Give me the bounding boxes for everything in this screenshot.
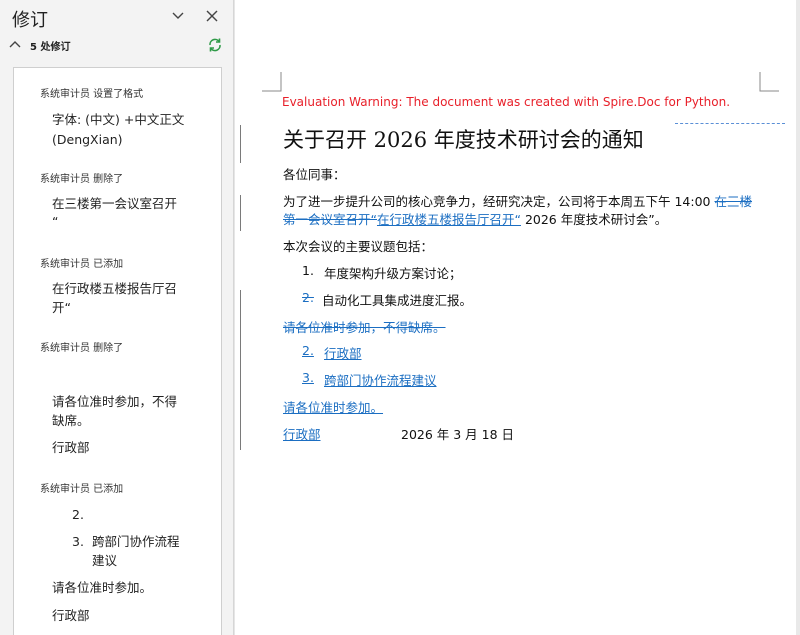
- pane-title: 修订: [12, 10, 48, 31]
- inserted-text[interactable]: 在行政楼五楼报告厅召开“: [377, 212, 521, 227]
- revision-count-toggle[interactable]: 5 处修订: [8, 36, 70, 54]
- revision-detail: 字体: (中文) +中文正文: [52, 112, 185, 127]
- evaluation-warning: Evaluation Warning: The document was cre…: [282, 95, 731, 109]
- inserted-list-item[interactable]: 跨部门协作流程建议: [324, 370, 437, 389]
- signature-date[interactable]: 2026 年 3 月 18 日: [401, 424, 514, 443]
- close-icon[interactable]: [204, 8, 220, 24]
- revision-detail: “: [52, 214, 59, 229]
- revision-detail: 跨部门协作流程: [92, 534, 180, 549]
- list-item[interactable]: 自动化工具集成进度汇报。: [322, 290, 472, 309]
- greeting[interactable]: 各位同事：: [283, 164, 346, 183]
- inserted-list-number[interactable]: 2.: [302, 343, 314, 358]
- revisions-pane: 修订 5 处修订 系统审计员 设置了格式 字体: (中文) +中文正文 (Den…: [0, 0, 234, 635]
- revision-detail: 请各位准时参加。: [52, 580, 153, 595]
- revision-detail: 建议: [92, 553, 118, 568]
- revision-connector-line: [675, 123, 785, 124]
- deleted-text[interactable]: 第一会议室召开“: [283, 212, 377, 227]
- revision-header[interactable]: 系统审计员 已添加: [40, 255, 123, 270]
- list-item-number: 1.: [302, 263, 314, 278]
- deleted-text[interactable]: 在三楼: [714, 194, 752, 209]
- paragraph-line[interactable]: 第一会议室召开“在行政楼五楼报告厅召开“ 2026 年度技术研讨会”。: [283, 209, 667, 228]
- deleted-text[interactable]: 请各位准时参加，不得缺席。: [283, 317, 446, 336]
- revision-header[interactable]: 系统审计员 设置了格式: [40, 85, 143, 100]
- revision-detail: 2.: [72, 507, 84, 522]
- revision-detail: 在三楼第一会议室召开: [52, 196, 178, 211]
- crop-mark-top-right: [759, 72, 779, 92]
- document-title[interactable]: 关于召开 2026 年度技术研讨会的通知: [283, 124, 644, 154]
- paragraph-line[interactable]: 为了进一步提升公司的核心竞争力，经研究决定，公司将于本周五下午 14:00 在三…: [283, 191, 752, 210]
- crop-mark-top-left: [262, 72, 282, 92]
- agenda-intro[interactable]: 本次会议的主要议题包括：: [283, 236, 433, 255]
- inserted-list-item[interactable]: 行政部: [324, 343, 362, 362]
- paragraph-text: 2026 年度技术研讨会”。: [520, 212, 668, 227]
- signature-department[interactable]: 行政部: [283, 424, 401, 443]
- revision-header[interactable]: 系统审计员 删除了: [40, 170, 123, 185]
- revision-detail: (DengXian): [52, 132, 123, 147]
- inserted-text[interactable]: 请各位准时参加。: [283, 397, 383, 416]
- paragraph-text: 为了进一步提升公司的核心竞争力，经研究决定，公司将于本周五下午 14:00: [283, 194, 715, 209]
- revision-list[interactable]: 系统审计员 设置了格式 字体: (中文) +中文正文 (DengXian) 系统…: [13, 67, 222, 635]
- revision-detail: 请各位准时参加，不得: [52, 394, 178, 409]
- revision-detail: 行政部: [52, 608, 90, 623]
- deleted-list-number[interactable]: 2.: [302, 290, 314, 305]
- change-bar: [240, 195, 241, 231]
- chevron-up-icon: [9, 41, 21, 48]
- scrollbar[interactable]: [796, 0, 800, 635]
- change-bar: [240, 290, 241, 450]
- change-bar: [240, 125, 241, 163]
- revision-detail: 开“: [52, 300, 71, 315]
- revision-detail: 行政部: [52, 440, 90, 455]
- revision-detail: 在行政楼五楼报告厅召: [52, 281, 178, 296]
- revision-header[interactable]: 系统审计员 已添加: [40, 480, 123, 495]
- chevron-down-icon[interactable]: [170, 8, 186, 24]
- revision-header[interactable]: 系统审计员 删除了: [40, 339, 123, 354]
- revision-count: 5 处修订: [30, 41, 71, 53]
- revision-detail: 缺席。: [52, 413, 90, 428]
- list-item[interactable]: 年度架构升级方案讨论；: [324, 263, 462, 282]
- inserted-list-number[interactable]: 3.: [302, 370, 314, 385]
- revision-detail: 3.: [72, 534, 84, 549]
- refresh-icon[interactable]: [207, 37, 223, 53]
